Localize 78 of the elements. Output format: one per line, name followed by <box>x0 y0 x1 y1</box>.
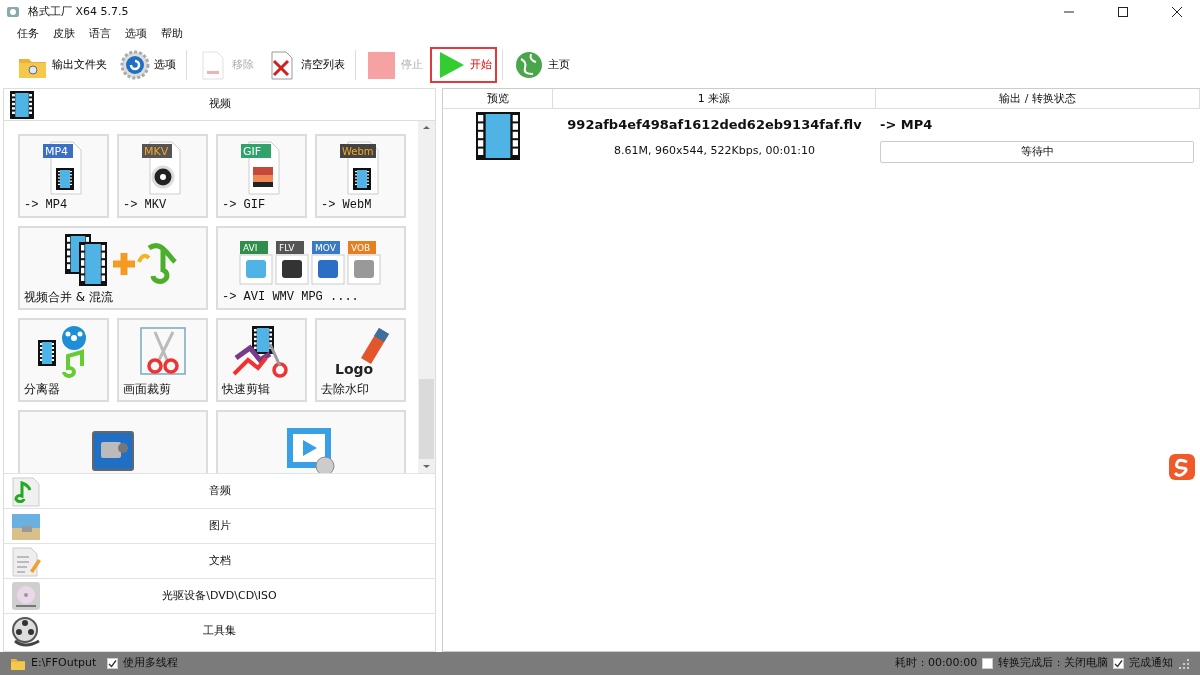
format-badge: VOB <box>348 241 376 254</box>
resize-grip-icon <box>1178 657 1190 670</box>
file-info: 8.61M, 960x544, 522Kbps, 00:01:10 <box>614 142 815 159</box>
format-badge: MOV <box>312 241 340 254</box>
tile-label: 去除水印 <box>321 382 369 398</box>
format-badge: MKV <box>141 144 172 158</box>
format-badge: Webm <box>339 144 376 158</box>
logo-text: Logo <box>334 361 373 377</box>
section-header[interactable]: 视频 <box>4 96 435 113</box>
gear-icon <box>119 49 151 81</box>
converter-tile[interactable]: AVI FLV MOV VOB -> AVI WMV MPG .... <box>216 226 406 310</box>
menu-item[interactable]: 皮肤 <box>46 25 82 43</box>
maximize-icon[interactable] <box>1117 6 1129 18</box>
checkbox-label: 转换完成后 : 关闭电脑 <box>998 655 1108 672</box>
checkbox[interactable] <box>1113 658 1124 669</box>
file-icon <box>239 254 273 285</box>
globe-icon <box>513 49 545 81</box>
format-badge: MP4 <box>42 144 73 158</box>
folder-icon <box>10 656 26 671</box>
converter-tile[interactable]: MKV -> MKV <box>117 134 208 218</box>
music-note-icon <box>10 475 42 507</box>
column-header[interactable]: 输出 / 转换状态 <box>876 89 1200 108</box>
converter-tile[interactable]: GIF -> GIF <box>216 134 307 218</box>
converter-tile[interactable]: 分离器 <box>18 318 109 402</box>
section-header[interactable]: 图片 <box>4 517 435 535</box>
tile-label: -> WebM <box>321 198 372 214</box>
tile-label: 分离器 <box>24 382 60 398</box>
converter-tile[interactable] <box>216 410 406 473</box>
checkbox-label: 完成通知 <box>1129 655 1173 672</box>
converter-tile[interactable]: Logo 去除水印 <box>315 318 406 402</box>
toolbar-button[interactable]: 主页 <box>508 47 575 83</box>
tile-label: -> MKV <box>123 198 167 214</box>
section-header[interactable]: 文档 <box>4 552 435 570</box>
section-header[interactable]: 工具集 <box>4 622 435 640</box>
file-icon <box>275 254 309 285</box>
elapsed-time: 耗时 : 00:00:00 <box>895 655 978 672</box>
file-name: 992afb4ef498af1612ded62eb9134faf.flv <box>567 116 862 134</box>
toolbar-button[interactable]: 清空列表 <box>261 47 350 83</box>
section-header[interactable]: 音频 <box>4 482 435 500</box>
window-title: 格式工厂 X64 5.7.5 <box>28 3 129 20</box>
menu-item[interactable]: 帮助 <box>154 25 190 43</box>
format-badge: FLV <box>276 241 304 254</box>
file-icon <box>347 254 381 285</box>
converter-tile[interactable]: Webm -> WebM <box>315 134 406 218</box>
output-format: -> MP4 <box>879 116 933 134</box>
tile-label: -> MP4 <box>24 198 68 214</box>
tile-label: 视频合并 & 混流 <box>24 290 113 306</box>
converter-tile[interactable]: MP4 -> MP4 <box>18 134 109 218</box>
film-icon <box>476 111 520 160</box>
stop-icon <box>366 49 398 81</box>
menu-item[interactable]: 选项 <box>118 25 154 43</box>
column-header[interactable]: 1 来源 <box>553 89 876 108</box>
close-icon[interactable] <box>1171 6 1183 18</box>
tile-label: 画面裁剪 <box>123 382 171 398</box>
status-bar: 等待中 <box>880 140 1194 163</box>
file-icon <box>311 254 345 285</box>
checkbox-label: 使用多线程 <box>122 655 178 672</box>
converter-tile[interactable]: 视频合并 & 混流 <box>18 226 208 310</box>
tile-label: -> AVI WMV MPG .... <box>222 290 359 306</box>
section-header[interactable]: 光驱设备\DVD\CD\ISO <box>4 587 435 605</box>
converter-tile[interactable]: 画面裁剪 <box>117 318 208 402</box>
app-icon <box>6 5 20 19</box>
tile-label: 快速剪辑 <box>222 382 270 398</box>
converter-tile[interactable]: 快速剪辑 <box>216 318 307 402</box>
tile-label: -> GIF <box>222 198 266 214</box>
toolbar-button[interactable]: 选项 <box>114 47 181 83</box>
format-badge: GIF <box>240 144 271 158</box>
format-badge: AVI <box>240 241 268 254</box>
menu-item[interactable]: 语言 <box>82 25 118 43</box>
column-header[interactable]: 预览 <box>443 89 553 108</box>
eraser-icon <box>360 328 389 364</box>
toolbar-button[interactable]: 输出文件夹 <box>12 47 112 83</box>
toolbar-button[interactable]: 开始 <box>430 47 497 83</box>
menu-item[interactable]: 任务 <box>10 25 46 43</box>
film-icon <box>10 91 34 119</box>
ime-icon[interactable] <box>1168 453 1196 481</box>
converter-tile[interactable] <box>18 410 208 473</box>
output-path[interactable]: E:\FFOutput <box>31 655 97 672</box>
